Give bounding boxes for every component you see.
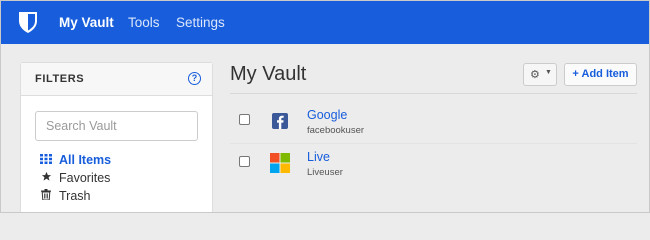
add-item-button[interactable]: + Add Item (564, 63, 637, 86)
page-title: My Vault (230, 63, 307, 85)
item-checkbox[interactable] (239, 114, 250, 125)
microsoft-icon (269, 152, 291, 174)
bitwarden-shield-icon[interactable] (18, 11, 38, 34)
item-username: Liveuser (307, 167, 343, 178)
item-name[interactable]: Google (307, 108, 347, 122)
plus-icon: + (572, 68, 579, 80)
grid-icon (39, 153, 53, 167)
app-window: My Vault Tools Settings FILTERS ? All It… (0, 0, 650, 213)
vault-item-row[interactable]: Google facebookuser (230, 102, 637, 142)
star-icon (39, 171, 53, 185)
nav-my-vault[interactable]: My Vault (59, 15, 114, 30)
trash-icon (39, 189, 53, 203)
filter-trash-label: Trash (59, 189, 91, 203)
help-icon[interactable]: ? (188, 72, 201, 85)
caret-down-icon: ▼ (545, 69, 552, 76)
nav-settings[interactable]: Settings (176, 15, 225, 30)
item-username: facebookuser (307, 125, 365, 136)
header-divider (230, 93, 637, 94)
item-name[interactable]: Live (307, 150, 330, 164)
filter-favorites[interactable]: Favorites (39, 171, 110, 185)
filter-favorites-label: Favorites (59, 171, 111, 185)
top-navbar: My Vault Tools Settings (1, 1, 649, 44)
facebook-icon (269, 110, 291, 132)
filter-all-items[interactable]: All Items (39, 153, 111, 167)
search-vault-input[interactable] (35, 111, 198, 141)
item-checkbox[interactable] (239, 156, 250, 167)
add-item-label: Add Item (581, 68, 629, 80)
vault-options-button[interactable]: ⚙ ▼ (523, 63, 557, 86)
gear-icon: ⚙ (530, 69, 540, 81)
nav-tools[interactable]: Tools (128, 15, 160, 30)
filters-panel: FILTERS ? All Items Favorites (20, 62, 213, 212)
filters-header: FILTERS ? (21, 63, 212, 96)
vault-item-row[interactable]: Live Liveuser (230, 144, 637, 184)
filter-all-items-label: All Items (59, 153, 112, 167)
filters-title: FILTERS (35, 73, 85, 85)
filter-trash[interactable]: Trash (39, 189, 91, 203)
